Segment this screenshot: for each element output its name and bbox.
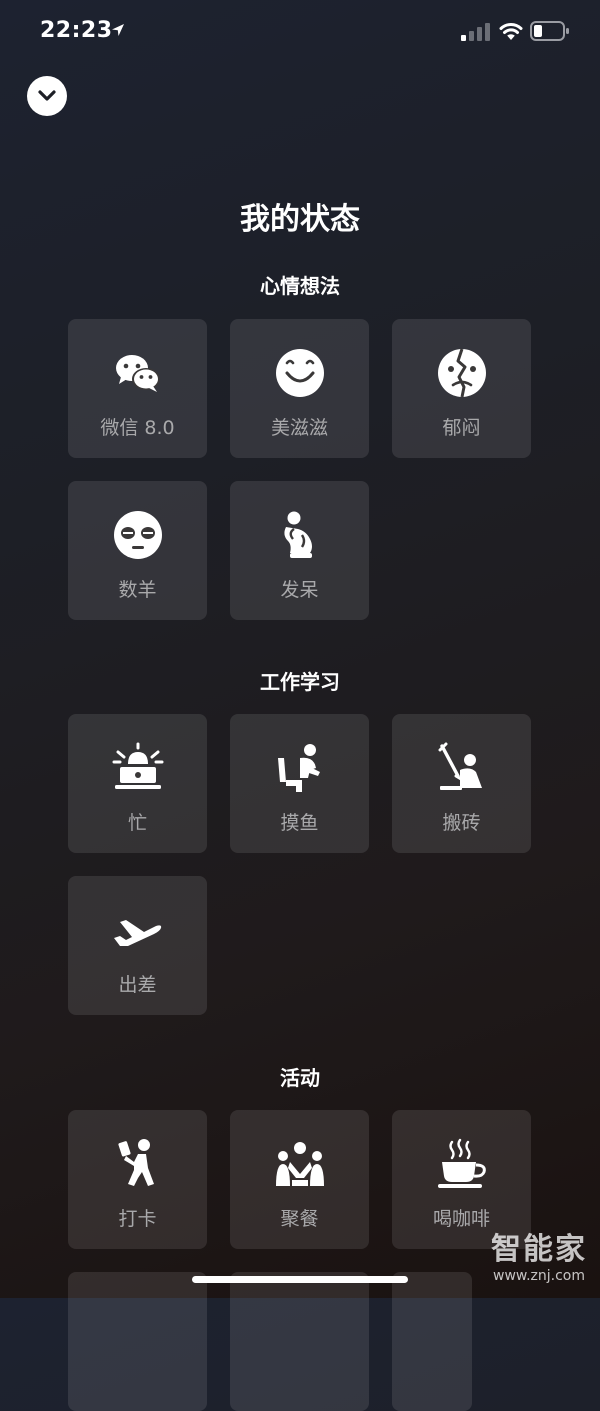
cracked-face-icon [438,348,486,398]
status-tile-label: 聚餐 [280,1208,319,1230]
status-tile-partial[interactable] [392,1272,472,1411]
status-tile-label: 郁闷 [442,417,481,439]
status-tile-label: 数羊 [118,579,157,601]
status-tile-coffee[interactable]: 喝咖啡 [392,1110,531,1249]
status-tile-hard-work[interactable]: 搬砖 [392,714,531,853]
sheep-face-icon [114,511,162,559]
coffee-cup-icon [438,1138,486,1188]
cellular-signal-icon [461,23,490,41]
status-tile-label: 搬砖 [442,812,481,834]
status-tile-business-trip[interactable]: 出差 [68,876,207,1015]
laborer-icon [438,742,482,790]
status-tile-partial[interactable] [230,1272,369,1411]
status-tile-slacking[interactable]: 摸鱼 [230,714,369,853]
slacking-person-icon [278,744,320,792]
status-tile-label: 摸鱼 [280,812,319,834]
wechat-icon [116,355,160,392]
status-tile-label: 忙 [127,812,147,834]
status-tile-label: 喝咖啡 [432,1208,490,1230]
section-title-mood: 心情想法 [260,274,340,298]
group-dinner-icon [276,1142,324,1186]
status-tile-dinner[interactable]: 聚餐 [230,1110,369,1249]
status-tile-label: 打卡 [118,1208,157,1230]
airplane-icon [114,920,162,946]
status-tile-label: 美滋滋 [270,417,328,439]
battery-icon [530,21,569,41]
home-indicator[interactable] [192,1276,408,1283]
status-tile-check-in[interactable]: 打卡 [68,1110,207,1249]
check-in-person-icon [118,1139,154,1186]
watermark-name: 智能家 [491,1232,587,1267]
alarm-desk-icon [112,742,164,789]
status-tile-label: 微信 8.0 [100,417,175,439]
status-tile-busy[interactable]: 忙 [68,714,207,853]
status-tile-happy[interactable]: 美滋滋 [230,319,369,458]
status-tile-partial[interactable] [68,1272,207,1411]
chevron-down-icon [38,90,56,101]
section-title-work: 工作学习 [260,670,340,694]
status-tile-daydream[interactable]: 发呆 [230,481,369,620]
section-title-activity: 活动 [280,1066,320,1090]
thinker-icon [284,511,312,558]
watermark: 智能家 www.znj.com [485,1232,593,1292]
status-tile-label: 出差 [118,974,157,996]
status-bar: 22:23 [0,0,600,64]
status-tile-wechat[interactable]: 微信 8.0 [68,319,207,458]
page-title: 我的状态 [240,202,360,237]
status-tile-depressed[interactable]: 郁闷 [392,319,531,458]
status-tile-label: 发呆 [280,579,319,601]
location-arrow-icon [112,24,124,36]
status-tile-counting-sheep[interactable]: 数羊 [68,481,207,620]
collapse-button[interactable] [27,76,67,116]
wifi-icon [499,23,523,40]
smiley-icon [276,349,324,397]
watermark-url: www.znj.com [493,1268,585,1284]
status-time: 22:23 [40,18,113,43]
